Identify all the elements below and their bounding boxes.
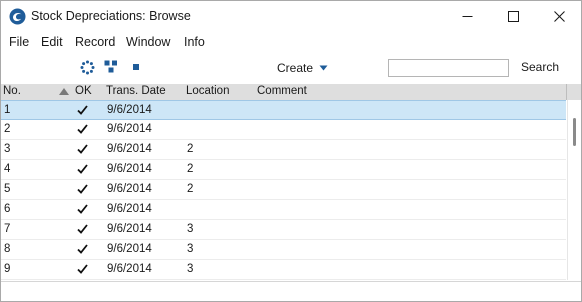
cell-location: 3 — [187, 223, 194, 235]
window-title: Stock Depreciations: Browse — [31, 9, 191, 23]
table-row[interactable]: 6 9/6/2014 — [1, 200, 566, 220]
cell-no: 9 — [4, 263, 11, 275]
table-row[interactable]: 9 9/6/2014 3 — [1, 260, 566, 280]
checkmark-icon — [77, 164, 88, 174]
cell-trans-date: 9/6/2014 — [107, 223, 152, 235]
checkmark-icon — [77, 124, 88, 134]
table-row[interactable]: 3 9/6/2014 2 — [1, 140, 566, 160]
column-header-trans-date[interactable]: Trans. Date — [106, 85, 166, 97]
vertical-scrollbar[interactable] — [567, 100, 581, 280]
column-header-no[interactable]: No. — [3, 85, 21, 97]
refresh-icon[interactable] — [80, 60, 95, 75]
table-row[interactable]: 4 9/6/2014 2 — [1, 160, 566, 180]
records-list: 1 9/6/2014 2 9/6/2014 3 9/6/2014 2 4 9/6/2014 2 5 9… — [1, 100, 566, 280]
maximize-icon — [507, 11, 519, 22]
app-swirl-icon — [9, 8, 26, 25]
menu-record[interactable]: Record — [75, 35, 115, 49]
checkmark-icon — [77, 244, 88, 254]
cell-no: 1 — [4, 104, 11, 116]
close-button[interactable] — [536, 1, 581, 32]
cell-location: 2 — [187, 163, 194, 175]
cell-location: 3 — [187, 243, 194, 255]
checkmark-icon — [77, 204, 88, 214]
checkmark-icon — [77, 105, 88, 115]
cell-no: 8 — [4, 243, 11, 255]
cell-trans-date: 9/6/2014 — [107, 143, 152, 155]
checkmark-icon — [77, 184, 88, 194]
menu-edit[interactable]: Edit — [41, 35, 63, 49]
menu-file[interactable]: File — [9, 35, 29, 49]
title-bar[interactable]: Stock Depreciations: Browse — [1, 1, 581, 32]
table-row[interactable]: 2 9/6/2014 — [1, 120, 566, 140]
create-label: Create — [277, 61, 314, 75]
search-button[interactable]: Search — [521, 60, 559, 74]
cell-trans-date: 9/6/2014 — [107, 104, 152, 116]
table-row[interactable]: 1 9/6/2014 — [1, 100, 566, 120]
checkmark-icon — [77, 144, 88, 154]
column-header-ok[interactable]: OK — [75, 85, 92, 97]
minimize-icon — [462, 16, 472, 17]
menu-window[interactable]: Window — [126, 35, 170, 49]
stock-depreciations-window: Stock Depreciations: Browse File Edit Re… — [0, 0, 582, 302]
chevron-down-icon — [319, 65, 328, 71]
cell-trans-date: 9/6/2014 — [107, 203, 152, 215]
sort-ascending-icon — [59, 88, 69, 95]
table-row[interactable]: 5 9/6/2014 2 — [1, 180, 566, 200]
cell-no: 3 — [4, 143, 11, 155]
checkmark-icon — [77, 224, 88, 234]
minimize-button[interactable] — [444, 1, 490, 32]
cell-trans-date: 9/6/2014 — [107, 183, 152, 195]
hierarchy-icon[interactable] — [104, 60, 119, 74]
cell-no: 7 — [4, 223, 11, 235]
cell-location: 2 — [187, 183, 194, 195]
column-header-location[interactable]: Location — [186, 85, 229, 97]
status-bar — [1, 281, 581, 301]
cell-no: 4 — [4, 163, 11, 175]
cell-trans-date: 9/6/2014 — [107, 263, 152, 275]
search-input[interactable] — [388, 59, 509, 77]
table-row[interactable]: 7 9/6/2014 3 — [1, 220, 566, 240]
scrollbar-thumb[interactable] — [573, 118, 576, 146]
menu-bar: File Edit Record Window Info — [1, 32, 581, 52]
cell-location: 2 — [187, 143, 194, 155]
create-button[interactable]: Create — [277, 60, 328, 76]
menu-info[interactable]: Info — [184, 35, 205, 49]
square-icon[interactable] — [133, 64, 139, 70]
table-row[interactable]: 8 9/6/2014 3 — [1, 240, 566, 260]
checkmark-icon — [77, 264, 88, 274]
cell-no: 6 — [4, 203, 11, 215]
column-header-row: No. OK Trans. Date Location Comment — [1, 84, 581, 100]
maximize-button[interactable] — [490, 1, 536, 32]
cell-trans-date: 9/6/2014 — [107, 123, 152, 135]
cell-trans-date: 9/6/2014 — [107, 163, 152, 175]
column-divider — [566, 84, 567, 100]
toolbar: Create Search — [1, 52, 581, 84]
cell-location: 3 — [187, 263, 194, 275]
cell-no: 2 — [4, 123, 11, 135]
cell-no: 5 — [4, 183, 11, 195]
close-icon — [553, 11, 565, 22]
column-header-comment[interactable]: Comment — [257, 85, 307, 97]
cell-trans-date: 9/6/2014 — [107, 243, 152, 255]
